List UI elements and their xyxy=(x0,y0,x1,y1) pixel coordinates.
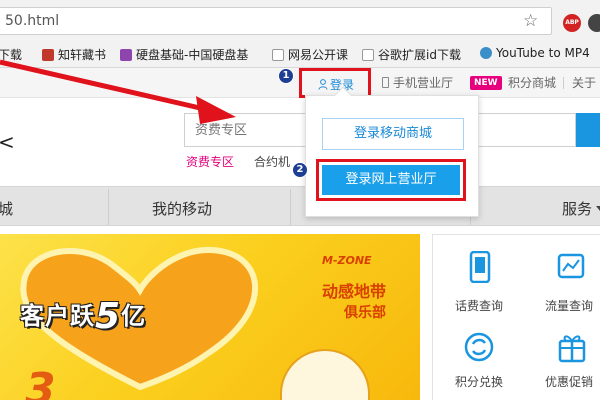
phone-bill-icon xyxy=(469,251,491,283)
bookmark-label: 硬盘基础-中国硬盘基 xyxy=(136,48,249,62)
headline-suffix: 亿 xyxy=(121,302,147,330)
url-text: 50.html xyxy=(5,13,60,29)
login-link[interactable]: 登录 xyxy=(318,76,354,93)
bookmark-label: 下载 xyxy=(0,48,23,62)
main-nav: 城 我的移动 服务 xyxy=(0,186,600,226)
gift-icon xyxy=(558,335,586,363)
mzone-brand: 动感地带 xyxy=(322,282,387,301)
swirl-icon xyxy=(480,47,492,59)
banner-big-digit: 3 xyxy=(25,364,56,400)
bookmark-item[interactable]: 网易公开课 xyxy=(272,46,348,63)
chevron-down-icon xyxy=(596,206,600,211)
bookmark-label: 谷歌扩展id下载 xyxy=(378,48,461,62)
bookmarks-bar: 下载 知轩藏书 硬盘基础-中国硬盘基 网易公开课 谷歌扩展id下载 YouTub… xyxy=(0,40,600,68)
bookmark-item[interactable]: 谷歌扩展id下载 xyxy=(362,46,461,63)
about-link[interactable]: 关于 xyxy=(572,74,596,91)
service-label-data[interactable]: 流量查询 xyxy=(545,297,593,314)
refresh-exchange-icon xyxy=(464,332,494,362)
promo-banner[interactable]: 客户跃5亿 M-ZONE 动感地带 俱乐部 3 xyxy=(0,234,420,400)
phone-icon xyxy=(382,77,389,88)
bookmark-item[interactable]: 下载 xyxy=(0,46,22,63)
book-site-icon xyxy=(42,49,54,61)
hot-link-tariff[interactable]: 资费专区 xyxy=(186,153,234,170)
browser-toolbar: 50.html ☆ ABP xyxy=(0,0,600,40)
service-label-promo[interactable]: 优惠促销 xyxy=(545,373,593,390)
new-badge: NEW xyxy=(470,76,502,90)
nav-service-label: 服务 xyxy=(562,200,593,218)
screenshot-root: 50.html ☆ ABP 下载 知轩藏书 硬盘基础-中国硬盘基 网易公开课 谷… xyxy=(0,0,600,400)
quick-service-panel: 话费查询 流量查询 积分兑换 优惠促销 xyxy=(432,234,600,400)
mzone-en: M-ZONE xyxy=(322,254,372,267)
step-marker-2: 2 xyxy=(292,162,308,178)
extension-icon[interactable] xyxy=(588,14,600,32)
service-label-points[interactable]: 积分兑换 xyxy=(455,373,503,390)
bookmark-item[interactable]: YouTube to MP4 xyxy=(480,46,590,60)
address-bar[interactable]: 50.html ☆ xyxy=(0,7,552,35)
hot-link-contract[interactable]: 合约机 xyxy=(254,153,290,170)
bookmark-item[interactable]: 知轩藏书 xyxy=(42,46,106,63)
data-chart-icon xyxy=(557,253,585,279)
nav-divider xyxy=(290,189,291,225)
page-icon xyxy=(362,49,374,61)
bookmark-label: YouTube to MP4 xyxy=(496,46,590,60)
cake-mascot xyxy=(280,349,370,400)
bookmark-label: 知轩藏书 xyxy=(58,48,107,62)
nav-item-my-mobile[interactable]: 我的移动 xyxy=(152,198,212,219)
nav-divider xyxy=(108,189,109,225)
banner-headline: 客户跃5亿 xyxy=(20,296,146,337)
star-icon[interactable]: ☆ xyxy=(523,11,538,31)
nav-item-service[interactable]: 服务 xyxy=(562,198,600,219)
phone-hall-link[interactable]: 手机营业厅 xyxy=(382,74,453,91)
login-mall-button[interactable]: 登录移动商城 xyxy=(322,118,464,150)
bookmark-item[interactable]: 硬盘基础-中国硬盘基 xyxy=(120,46,248,63)
page-icon xyxy=(272,49,284,61)
headline-number: 5 xyxy=(95,296,122,337)
divider xyxy=(563,77,564,89)
user-icon xyxy=(318,79,328,90)
phone-hall-label: 手机营业厅 xyxy=(393,76,454,90)
service-label-bill[interactable]: 话费查询 xyxy=(455,297,503,314)
login-hall-highlight-box: 登录网上营业厅 xyxy=(316,159,466,201)
logo-fragment: < xyxy=(0,130,15,154)
nav-item-mall[interactable]: 城 xyxy=(0,198,13,219)
mzone-club: 俱乐部 xyxy=(344,305,386,321)
adblock-icon[interactable]: ABP xyxy=(563,14,581,32)
points-mall-link[interactable]: 积分商城 xyxy=(508,74,556,91)
bookmark-label: 网易公开课 xyxy=(288,48,349,62)
grid-site-icon xyxy=(120,49,132,61)
login-hall-button[interactable]: 登录网上营业厅 xyxy=(322,165,460,195)
headline-prefix: 客户跃 xyxy=(20,302,95,330)
search-button[interactable] xyxy=(576,113,600,147)
step-marker-1: 1 xyxy=(278,68,294,84)
